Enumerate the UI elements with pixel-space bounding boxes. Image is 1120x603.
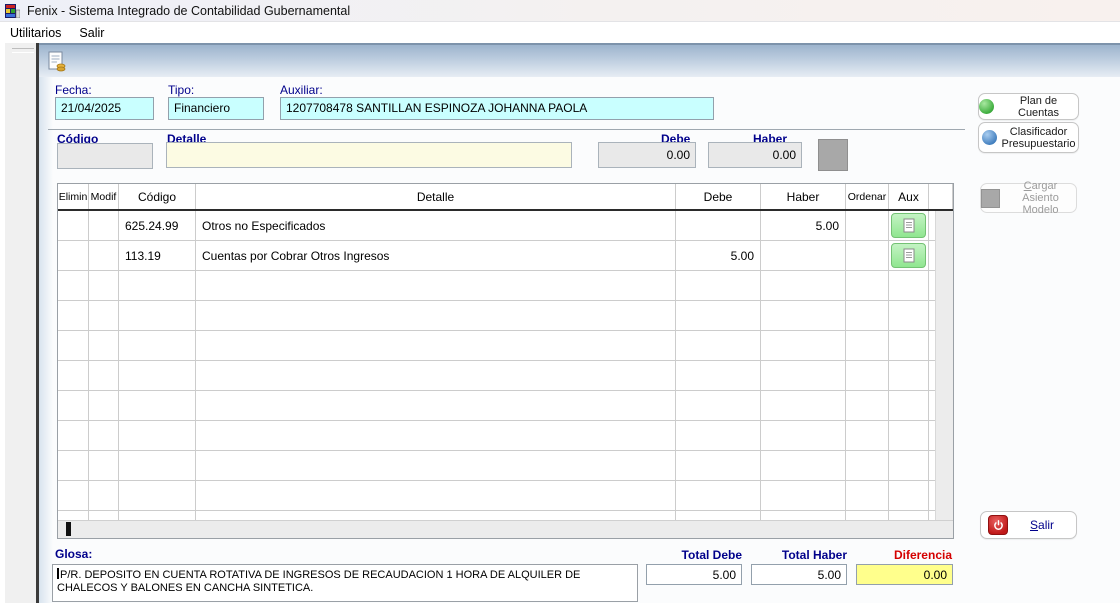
cell-haber: 5.00 bbox=[761, 211, 846, 241]
notepad-icon bbox=[903, 248, 915, 263]
col-elimin: Elimin bbox=[58, 184, 89, 209]
app-window: Fenix - Sistema Integrado de Contabilida… bbox=[0, 0, 1120, 603]
entry-action-button[interactable] bbox=[818, 139, 848, 171]
cell-modif[interactable] bbox=[89, 241, 119, 271]
debe-input[interactable]: 0.00 bbox=[598, 142, 696, 168]
form-left-tint bbox=[39, 77, 53, 603]
blue-sphere-icon bbox=[982, 130, 997, 145]
gray-square-icon bbox=[981, 189, 1000, 208]
table-empty-row bbox=[58, 421, 936, 451]
col-haber: Haber bbox=[761, 184, 846, 209]
separator-line bbox=[48, 129, 965, 130]
clasificador-label-line2: Presupuestario bbox=[1002, 138, 1076, 150]
menu-utilitarios[interactable]: Utilitarios bbox=[2, 24, 69, 42]
table-row[interactable]: 625.24.99 Otros no Especificados 5.00 bbox=[58, 211, 936, 241]
detalle-input[interactable] bbox=[166, 142, 572, 168]
fecha-label: Fecha: bbox=[55, 83, 92, 97]
auxiliar-input[interactable]: 1207708478 SANTILLAN ESPINOZA JOHANNA PA… bbox=[280, 97, 714, 120]
col-codigo: Código bbox=[119, 184, 196, 209]
cell-debe bbox=[676, 211, 761, 241]
col-aux: Aux bbox=[889, 184, 929, 209]
col-ordenar: Ordenar bbox=[846, 184, 889, 209]
salir-label: Salir bbox=[1030, 519, 1054, 531]
dock-grip[interactable] bbox=[12, 48, 34, 53]
cell-debe: 5.00 bbox=[676, 241, 761, 271]
table-horizontal-scrollbar[interactable] bbox=[58, 520, 953, 538]
table-empty-row bbox=[58, 451, 936, 481]
hscroll-thumb[interactable] bbox=[66, 522, 71, 536]
toolbar bbox=[39, 43, 1120, 77]
cargar-asiento-modelo-button: Cargar Asiento Modelo bbox=[980, 183, 1077, 213]
clasificador-label-line1: Clasificador bbox=[1002, 126, 1076, 138]
green-sphere-icon bbox=[979, 99, 994, 114]
total-haber-field: 5.00 bbox=[751, 564, 847, 585]
app-icon bbox=[5, 4, 20, 18]
table-header: Elimin Modif Código Detalle Debe Haber O… bbox=[58, 184, 953, 211]
power-icon bbox=[988, 515, 1008, 535]
cell-detalle: Cuentas por Cobrar Otros Ingresos bbox=[196, 241, 676, 271]
col-debe: Debe bbox=[676, 184, 761, 209]
entries-table: Elimin Modif Código Detalle Debe Haber O… bbox=[57, 183, 954, 539]
tipo-input[interactable]: Financiero bbox=[168, 97, 264, 120]
table-empty-row bbox=[58, 361, 936, 391]
codigo-input[interactable] bbox=[57, 143, 153, 169]
title-bar: Fenix - Sistema Integrado de Contabilida… bbox=[0, 0, 1120, 22]
table-empty-row bbox=[58, 271, 936, 301]
salir-button[interactable]: Salir bbox=[980, 511, 1077, 539]
menu-salir[interactable]: Salir bbox=[71, 24, 112, 42]
cell-detalle: Otros no Especificados bbox=[196, 211, 676, 241]
table-vertical-scrollbar[interactable] bbox=[935, 211, 953, 521]
glosa-text: P/R. DEPOSITO EN CUENTA ROTATIVA DE INGR… bbox=[57, 569, 580, 594]
cell-ordenar[interactable] bbox=[846, 241, 889, 271]
col-detalle: Detalle bbox=[196, 184, 676, 209]
cell-modif[interactable] bbox=[89, 211, 119, 241]
cell-elimin[interactable] bbox=[58, 241, 89, 271]
cargar-label-line2: Modelo bbox=[1005, 204, 1076, 216]
menu-bar: Utilitarios Salir bbox=[0, 22, 1120, 43]
aux-button[interactable] bbox=[891, 243, 926, 268]
auxiliar-label: Auxiliar: bbox=[280, 83, 323, 97]
left-dock-panel bbox=[0, 43, 36, 603]
cell-codigo: 113.19 bbox=[119, 241, 196, 271]
glosa-textarea[interactable]: P/R. DEPOSITO EN CUENTA ROTATIVA DE INGR… bbox=[52, 564, 638, 602]
cell-haber bbox=[761, 241, 846, 271]
glosa-label: Glosa: bbox=[55, 547, 92, 561]
total-haber-label: Total Haber bbox=[751, 548, 847, 562]
total-debe-label: Total Debe bbox=[646, 548, 742, 562]
table-row[interactable]: 113.19 Cuentas por Cobrar Otros Ingresos… bbox=[58, 241, 936, 271]
plan-de-cuentas-label: Plan de Cuentas bbox=[999, 95, 1078, 119]
total-debe-field: 5.00 bbox=[646, 564, 742, 585]
tipo-label: Tipo: bbox=[168, 83, 194, 97]
clasificador-presupuestario-button[interactable]: Clasificador Presupuestario bbox=[978, 122, 1079, 153]
plan-de-cuentas-button[interactable]: Plan de Cuentas bbox=[978, 93, 1079, 120]
diferencia-label: Diferencia bbox=[856, 548, 952, 562]
col-modif: Modif bbox=[89, 184, 119, 209]
new-entry-document-coins-icon[interactable] bbox=[45, 50, 69, 74]
col-filler bbox=[929, 184, 953, 209]
cargar-label-line1: Cargar Asiento bbox=[1005, 180, 1076, 204]
haber-input[interactable]: 0.00 bbox=[708, 142, 802, 168]
cell-aux bbox=[889, 241, 929, 271]
text-caret bbox=[57, 568, 59, 579]
table-empty-row bbox=[58, 331, 936, 361]
window-title: Fenix - Sistema Integrado de Contabilida… bbox=[27, 4, 350, 18]
fecha-input[interactable]: 21/04/2025 bbox=[55, 97, 154, 120]
aux-button[interactable] bbox=[891, 213, 926, 238]
cell-ordenar[interactable] bbox=[846, 211, 889, 241]
table-empty-row bbox=[58, 301, 936, 331]
table-empty-row bbox=[58, 481, 936, 511]
diferencia-field: 0.00 bbox=[856, 564, 953, 585]
cell-codigo: 625.24.99 bbox=[119, 211, 196, 241]
table-empty-row bbox=[58, 391, 936, 421]
table-body: 625.24.99 Otros no Especificados 5.00 bbox=[58, 211, 936, 521]
notepad-icon bbox=[903, 218, 915, 233]
cell-aux bbox=[889, 211, 929, 241]
cell-elimin[interactable] bbox=[58, 211, 89, 241]
